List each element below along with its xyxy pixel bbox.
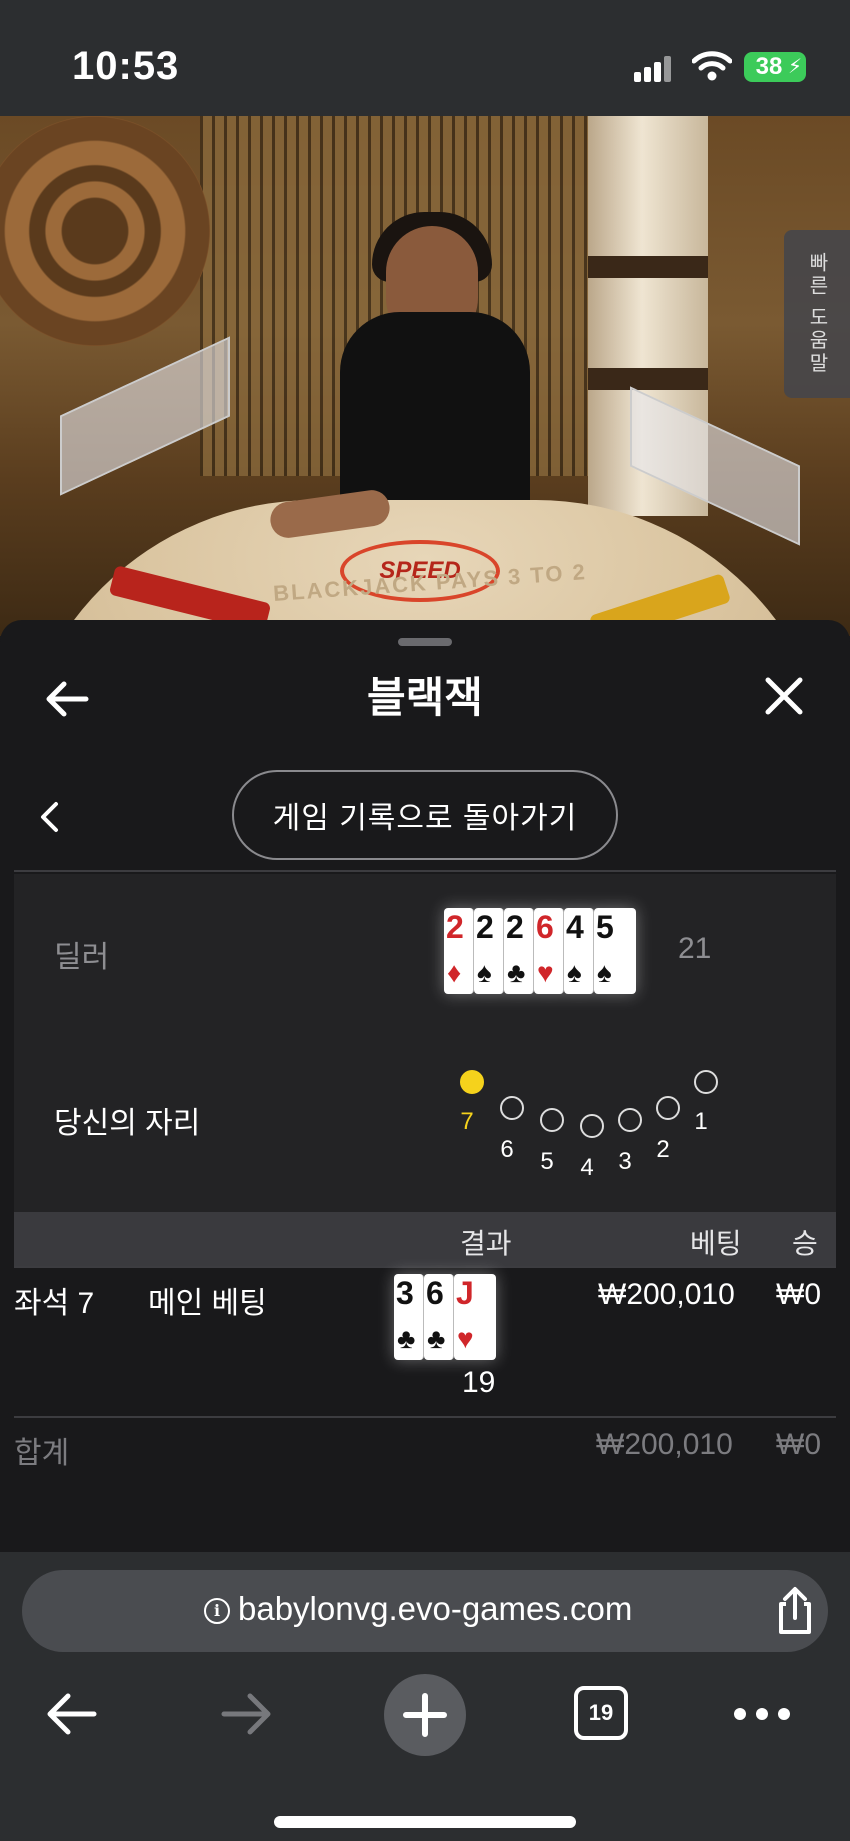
battery-level: 38 [755, 53, 783, 80]
total-win: ₩0 [776, 1428, 821, 1461]
quick-help-label: 빠른 도움말 [805, 252, 828, 376]
seat-marker [580, 1114, 604, 1138]
seat-number: 2 [656, 1136, 670, 1163]
battery-icon: 38 ⚡ [744, 52, 806, 82]
back-to-game-history-button[interactable]: 게임 기록으로 돌아가기 [232, 770, 618, 860]
header-bet: 베팅 [690, 1228, 742, 1259]
sheet-drag-handle[interactable] [398, 638, 452, 646]
seat-number: 3 [618, 1148, 632, 1175]
card-rank: 6 [426, 1275, 444, 1311]
row-win-amount: ₩0 [776, 1278, 821, 1311]
seat-marker [656, 1096, 680, 1120]
header-win: 승 [792, 1228, 818, 1259]
card-rank: 3 [396, 1275, 414, 1311]
sheet-title: 블랙잭 [367, 674, 483, 721]
card-suit: ♣ [507, 957, 526, 988]
card-rank: 2 [506, 909, 524, 945]
your-seat-label: 당신의 자리 [54, 1107, 201, 1140]
seat-marker [618, 1108, 642, 1132]
card-rank: J [475, 1323, 493, 1359]
seat-number: 6 [500, 1136, 514, 1163]
divider [14, 870, 836, 872]
seat-marker [500, 1096, 524, 1120]
dealer-cards: 2 ♦ 2 ♠ 2 ♣ 6 ♥ 4 ♠ 5 ♠ 5 [444, 908, 636, 994]
url-text: babylonvg.evo-games.com [238, 1590, 633, 1627]
row-bet-type: 메인 베팅 [148, 1287, 267, 1320]
home-indicator[interactable] [274, 1816, 576, 1828]
playing-card: 3 ♣ [394, 1274, 424, 1360]
seat-number: 4 [580, 1154, 594, 1181]
pillar-band [588, 368, 708, 390]
chevron-left-icon[interactable] [36, 800, 62, 834]
player-cards: 3 ♣ 6 ♣ J ♥ J [394, 1274, 496, 1360]
back-icon[interactable] [42, 1688, 100, 1740]
charging-bolt-icon: ⚡ [787, 56, 802, 78]
dealer-score: 21 [678, 932, 712, 965]
card-rank: 2 [476, 909, 494, 945]
game-history-sheet: 블랙잭 게임 기록으로 돌아가기 딜러 2 ♦ 2 ♠ 2 ♣ 6 ♥ 4 ♠ 5 ♠ 5 21 당신의… [0, 620, 850, 1552]
card-suit: ♥ [457, 1323, 474, 1354]
dealer-label: 딜러 [54, 941, 110, 974]
signal-icon [634, 56, 674, 82]
divider [14, 1266, 836, 1268]
quick-help-tab[interactable]: 빠른 도움말 [784, 230, 850, 398]
status-bar: 10:53 38 ⚡ [0, 0, 850, 116]
status-time: 10:53 [72, 44, 180, 88]
seat-number: 7 [460, 1108, 474, 1135]
card-suit: ♥ [537, 957, 554, 988]
share-icon[interactable] [770, 1586, 820, 1636]
seat-number: 1 [694, 1108, 708, 1135]
plus-icon[interactable] [384, 1674, 466, 1756]
total-bet: ₩200,010 [596, 1428, 733, 1461]
address-bar[interactable]: i babylonvg.evo-games.com [22, 1570, 828, 1652]
card-rank: 5 [615, 957, 633, 993]
close-icon[interactable] [760, 672, 808, 720]
divider [14, 1416, 836, 1418]
seat-number: 5 [540, 1148, 554, 1175]
seat-marker [540, 1108, 564, 1132]
card-suit: ♠ [597, 957, 612, 988]
card-suit: ♣ [427, 1323, 446, 1354]
card-rank: 5 [596, 909, 614, 945]
playing-card: 5 ♠ 5 [594, 908, 636, 994]
header-result: 결과 [460, 1228, 512, 1259]
live-video-stream[interactable]: SPEED BLACKJACK PAYS 3 TO 2 [0, 116, 850, 636]
row-seat: 좌석 7 [14, 1287, 95, 1320]
playing-card: 2 ♠ [474, 908, 504, 994]
more-icon[interactable] [732, 1704, 792, 1724]
pillar-band [588, 256, 708, 278]
seat-marker [460, 1070, 484, 1094]
results-table-header: 결과 베팅 승 [14, 1212, 836, 1266]
playing-card: 6 ♣ [424, 1274, 454, 1360]
card-rank: 6 [536, 909, 554, 945]
playing-card: 2 ♦ [444, 908, 474, 994]
card-suit: ♣ [397, 1323, 416, 1354]
browser-toolbar: i babylonvg.evo-games.com 19 [0, 1552, 850, 1841]
card-suit: ♦ [447, 957, 462, 988]
playing-card: 2 ♣ [504, 908, 534, 994]
card-rank: J [456, 1275, 474, 1311]
decorative-wheel [0, 116, 210, 346]
card-rank: 4 [566, 909, 584, 945]
tabs-icon[interactable]: 19 [574, 1686, 628, 1740]
forward-icon[interactable] [218, 1688, 276, 1740]
player-score: 19 [462, 1366, 496, 1399]
card-shoe [630, 386, 800, 546]
card-rank: 2 [446, 909, 464, 945]
playing-card: J ♥ J [454, 1274, 496, 1360]
seat-marker [694, 1070, 718, 1094]
info-icon[interactable]: i [204, 1598, 230, 1624]
total-label: 합계 [14, 1437, 70, 1470]
round-summary-panel: 딜러 2 ♦ 2 ♠ 2 ♣ 6 ♥ 4 ♠ 5 ♠ 5 21 당신의 자리 7654321 [14, 874, 836, 1220]
playing-card: 6 ♥ [534, 908, 564, 994]
playing-card: 4 ♠ [564, 908, 594, 994]
row-bet-amount: ₩200,010 [598, 1278, 735, 1311]
card-suit: ♠ [477, 957, 492, 988]
wifi-icon [692, 51, 732, 81]
card-suit: ♠ [567, 957, 582, 988]
